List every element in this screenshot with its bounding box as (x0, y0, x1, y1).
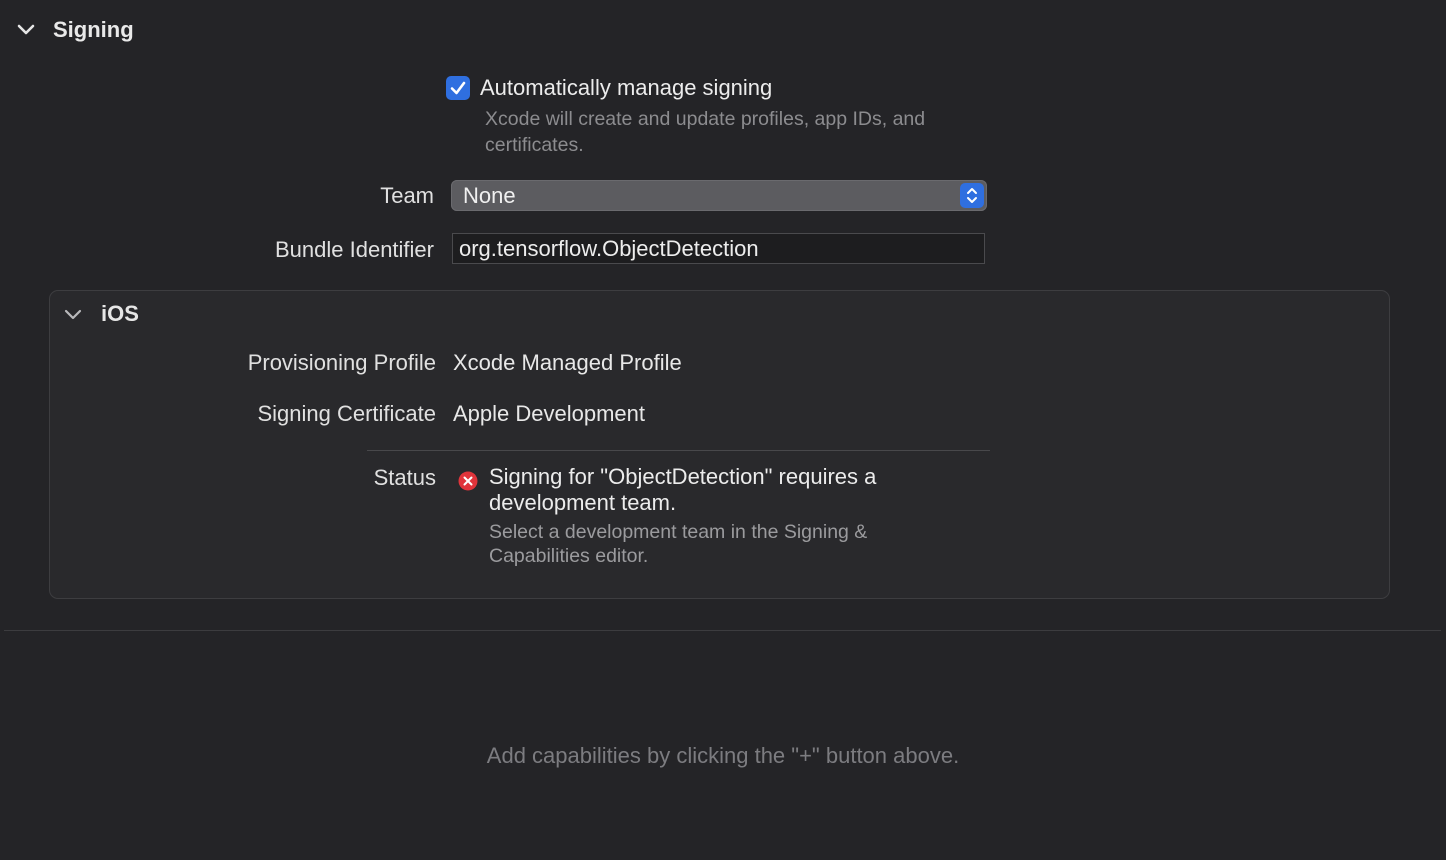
auto-manage-signing-label[interactable]: Automatically manage signing (480, 74, 772, 102)
bundle-identifier-value: org.tensorflow.ObjectDetection (459, 236, 759, 261)
status-detail: Select a development team in the Signing… (489, 520, 949, 568)
status-detail-line1: Select a development team in the Signing… (489, 521, 868, 543)
auto-manage-help-line1: Xcode will create and update profiles, a… (485, 108, 926, 130)
auto-manage-help-text: Xcode will create and update profiles, a… (485, 106, 985, 158)
popup-arrows-icon (960, 183, 984, 208)
chevron-down-icon[interactable] (62, 304, 84, 326)
section-title: Signing (53, 17, 134, 42)
team-popup-button[interactable]: None (451, 180, 987, 211)
divider (4, 630, 1441, 631)
auto-manage-signing-checkbox[interactable] (446, 76, 470, 100)
divider (367, 450, 990, 451)
status-message-line1: Signing for "ObjectDetection" requires a (489, 464, 877, 489)
chevron-down-icon[interactable] (14, 18, 38, 42)
team-value: None (463, 183, 516, 208)
status-message-line2: development team. (489, 490, 677, 515)
capabilities-hint: Add capabilities by clicking the "+" but… (486, 743, 960, 768)
team-label: Team (380, 183, 434, 208)
signing-capabilities-panel: Signing Automatically manage signing Xco… (0, 0, 1446, 860)
provisioning-profile-value: Xcode Managed Profile (453, 350, 682, 375)
signing-certificate-label: Signing Certificate (257, 401, 436, 426)
checkmark-icon (450, 81, 466, 95)
error-icon (458, 471, 478, 491)
status-message: Signing for "ObjectDetection" requires a… (489, 464, 949, 516)
bundle-identifier-label: Bundle Identifier (275, 237, 434, 262)
status-detail-line2: Capabilities editor. (489, 545, 649, 567)
ios-group-title: iOS (101, 301, 139, 326)
auto-manage-help-line2: certificates. (485, 134, 584, 156)
signing-certificate-value: Apple Development (453, 401, 646, 426)
status-label: Status (373, 465, 436, 490)
bundle-identifier-field[interactable]: org.tensorflow.ObjectDetection (452, 233, 985, 264)
provisioning-profile-label: Provisioning Profile (247, 350, 436, 375)
